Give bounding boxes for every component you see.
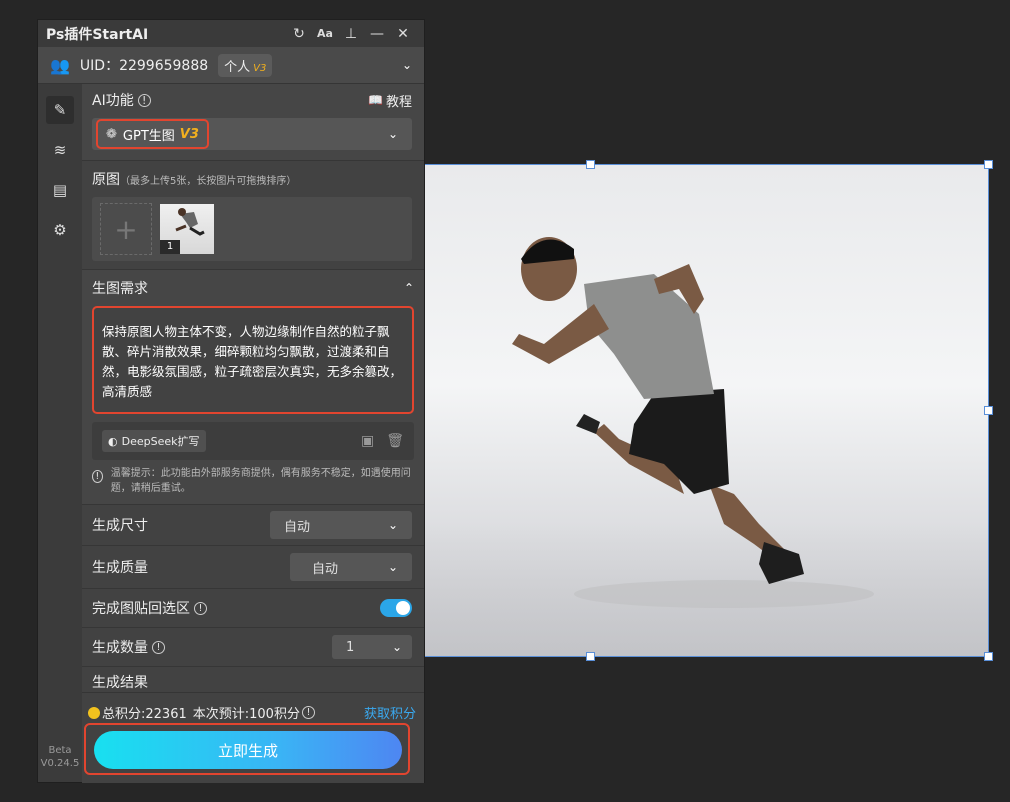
ai-function-select[interactable]: ❁ GPT生图 V3 ⌄ [92,118,412,150]
selection-edge-top [424,164,988,165]
quality-select[interactable]: 自动 ⌄ [290,553,412,581]
prompt-section: 生图需求 ⌃ 保持原图人物主体不变，人物边缘制作自然的粒子飘散、碎片消散效果，细… [82,270,424,505]
clipboard-icon[interactable]: ▣ [361,433,374,449]
get-points-link[interactable]: 获取积分 [364,703,416,722]
selected-function: ❁ GPT生图 V3 [96,119,209,149]
add-icon[interactable]: + [100,203,152,255]
gear-icon[interactable]: ⚙ [46,216,74,244]
chevron-down-icon[interactable]: ⌄ [402,58,412,72]
info-icon[interactable]: ! [194,601,207,615]
total-points: 总积分:22361 [102,707,187,722]
info-icon[interactable]: ! [301,706,315,719]
selection-handle[interactable] [586,652,595,661]
font-size-icon[interactable]: Aa [312,27,338,40]
edit-icon[interactable]: ✎ [46,96,74,124]
main-content: AI功能 ! 📖 教程 ❁ GPT生图 V3 ⌄ 原图 （最多上传5张，长按图片… [82,84,424,692]
selection-edge-bottom [424,656,988,657]
paste-back-row: 完成图贴回选区 ! [82,589,424,628]
ai-flower-icon: ❁ [106,126,117,142]
chevron-down-icon: ⌄ [387,518,398,532]
info-icon: ! [92,470,103,483]
sidebar: ✎ ≋ ▤ ⚙ Beta V0.24.5 [38,84,82,782]
selection-handle[interactable] [984,406,993,415]
prompt-toolbar: ◐ DeepSeek扩写 ▣ 🗑 [92,422,414,460]
source-hint: （最多上传5张，长按图片可拖拽排序） [120,175,297,187]
quality-row: 生成质量 自动 ⌄ [82,546,424,589]
ai-function-section: AI功能 ! 📖 教程 ❁ GPT生图 V3 ⌄ [82,84,424,161]
generate-button[interactable]: 立即生成 [94,731,402,769]
selection-handle[interactable] [984,652,993,661]
prompt-label: 生图需求 [92,281,148,297]
info-icon[interactable]: ! [137,93,151,107]
source-thumbnail[interactable]: 1 [160,204,214,254]
user-bar[interactable]: 👥 UID：2299659888 个人 V3 ⌄ [38,47,424,84]
uid-label: UID：2299659888 [79,58,209,74]
quality-label: 生成质量 [92,560,148,576]
result-label: 生成结果 [92,675,148,691]
paste-back-label: 完成图贴回选区 [92,601,190,617]
source-image-section: 原图 （最多上传5张，长按图片可拖拽排序） + 1 [82,161,424,270]
document-icon[interactable]: ▤ [46,176,74,204]
selection-handle[interactable] [984,160,993,169]
whale-icon: ◐ [108,434,118,448]
size-row: 生成尺寸 自动 ⌄ [82,505,424,546]
points-row: 总积分:22361 本次预计:100积分 ! 获取积分 [88,703,416,722]
estimate-points: 本次预计:100积分 [192,707,300,722]
runner-figure [512,237,874,608]
result-row: 生成结果 [82,667,424,692]
version-info: Beta V0.24.5 [40,745,80,769]
title-bar: Ps插件StartAI ↻ Aa ⊥ — ✕ [38,20,424,47]
trash-icon[interactable]: 🗑 [386,433,404,449]
book-icon[interactable]: 📖 [368,93,383,107]
prompt-textarea[interactable]: 保持原图人物主体不变，人物边缘制作自然的粒子飘散、碎片消散效果，细碎颗粒均匀飘散… [92,306,414,414]
footer: 总积分:22361 本次预计:100积分 ! 获取积分 立即生成 [82,692,424,783]
service-notice: 温馨提示：此功能由外部服务商提供，偶有服务不稳定，如遇使用问题，请稍后重试。 [110,468,411,494]
deepseek-expand-button[interactable]: ◐ DeepSeek扩写 [102,430,206,452]
tutorial-link[interactable]: 教程 [386,91,412,110]
selection-handle[interactable] [586,160,595,169]
thumb-runner [175,208,205,236]
count-select[interactable]: 1 ⌄ [332,635,412,659]
info-icon[interactable]: ! [152,640,165,654]
close-icon[interactable]: ✕ [390,26,416,42]
layers-icon[interactable]: ≋ [46,136,74,164]
canvas-image[interactable] [424,164,988,656]
ai-function-label: AI功能 [92,93,134,109]
minimize-icon[interactable]: — [364,26,390,42]
account-tag: 个人 V3 [218,53,273,77]
image-upload-area[interactable]: + 1 [92,197,412,261]
chevron-down-icon[interactable]: ⌄ [388,127,398,141]
source-label: 原图 [92,172,120,188]
coin-icon [88,706,100,719]
plugin-panel: Ps插件StartAI ↻ Aa ⊥ — ✕ 👥 UID：2299659888 … [38,20,424,783]
paste-back-toggle[interactable] [380,599,412,617]
size-label: 生成尺寸 [92,518,148,534]
size-select[interactable]: 自动 ⌄ [270,511,412,539]
chevron-down-icon: ⌄ [391,640,402,654]
users-icon: 👥 [50,55,70,75]
chevron-up-icon[interactable]: ⌃ [404,281,414,295]
chevron-down-icon: ⌄ [387,560,398,574]
panel-title: Ps插件StartAI [46,26,149,43]
pin-icon[interactable]: ⊥ [338,26,364,42]
refresh-icon[interactable]: ↻ [286,26,312,42]
count-label: 生成数量 [92,640,148,656]
count-row: 生成数量 ! 1 ⌄ [82,628,424,667]
